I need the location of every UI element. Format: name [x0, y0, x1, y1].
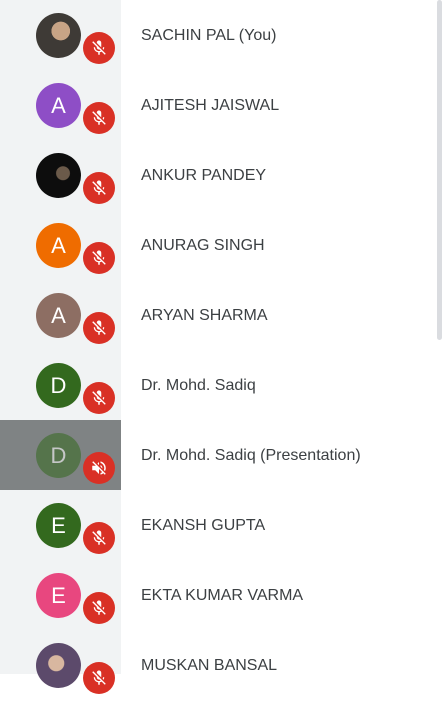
scrollbar[interactable]	[437, 0, 442, 340]
mic-off-icon[interactable]	[83, 522, 115, 554]
avatar-letter: D	[50, 442, 67, 468]
avatar-cell: E	[0, 560, 121, 630]
avatar-cell: A	[0, 210, 121, 280]
avatar-cell: E	[0, 490, 121, 560]
participant-row[interactable]: A ANURAG SINGH	[0, 210, 437, 280]
mic-off-icon[interactable]	[83, 382, 115, 414]
participant-name: Dr. Mohd. Sadiq	[141, 377, 256, 394]
mic-off-icon[interactable]	[83, 242, 115, 274]
avatar-cell: D	[0, 350, 121, 420]
avatar-cell: D	[0, 420, 121, 490]
participant-row[interactable]: D Dr. Mohd. Sadiq (Presentation)	[0, 420, 437, 490]
participant-name: SACHIN PAL (You)	[141, 27, 277, 44]
avatar-letter: A	[51, 92, 66, 118]
participant-row[interactable]: ANKUR PANDEY	[0, 140, 437, 210]
participant-row[interactable]: A ARYAN SHARMA	[0, 280, 437, 350]
mic-off-icon[interactable]	[83, 102, 115, 134]
avatar	[36, 13, 81, 58]
avatar: D	[36, 363, 81, 408]
participant-row[interactable]: E EKANSH GUPTA	[0, 490, 437, 560]
avatar-cell	[0, 140, 121, 210]
participant-list: SACHIN PAL (You) A AJITESH JAISWAL ANKUR PA…	[0, 0, 437, 700]
avatar-letter: A	[51, 302, 66, 328]
avatar: A	[36, 83, 81, 128]
avatar-cell	[0, 0, 121, 70]
participant-name: ARYAN SHARMA	[141, 307, 268, 324]
avatar-cell	[0, 630, 121, 700]
avatar: A	[36, 293, 81, 338]
avatar: E	[36, 503, 81, 548]
avatar: A	[36, 223, 81, 268]
participant-name: ANURAG SINGH	[141, 237, 265, 254]
avatar: D	[36, 433, 81, 478]
avatar-cell: A	[0, 280, 121, 350]
participant-name: EKTA KUMAR VARMA	[141, 587, 304, 604]
avatar	[36, 153, 81, 198]
participant-name: EKANSH GUPTA	[141, 517, 266, 534]
avatar-cell: A	[0, 70, 121, 140]
mic-off-icon[interactable]	[83, 32, 115, 64]
mic-off-icon[interactable]	[83, 312, 115, 344]
participant-row[interactable]: MUSKAN BANSAL	[0, 630, 437, 700]
participant-row[interactable]: D Dr. Mohd. Sadiq	[0, 350, 437, 420]
participant-name: MUSKAN BANSAL	[141, 657, 278, 674]
avatar	[36, 643, 81, 688]
avatar-letter: E	[51, 512, 66, 538]
mic-off-icon[interactable]	[83, 662, 115, 694]
avatar-letter: A	[51, 232, 66, 258]
participant-row[interactable]: E EKTA KUMAR VARMA	[0, 560, 437, 630]
avatar-letter: E	[51, 582, 66, 608]
mic-off-icon[interactable]	[83, 172, 115, 204]
participant-name: ANKUR PANDEY	[141, 167, 267, 184]
mic-off-icon[interactable]	[83, 592, 115, 624]
participant-name: AJITESH JAISWAL	[141, 97, 280, 114]
avatar-letter: D	[50, 372, 67, 398]
participant-name: Dr. Mohd. Sadiq (Presentation)	[141, 447, 361, 464]
participant-row[interactable]: A AJITESH JAISWAL	[0, 70, 437, 140]
avatar: E	[36, 573, 81, 618]
participant-row[interactable]: SACHIN PAL (You)	[0, 0, 437, 70]
volume-off-icon[interactable]	[83, 452, 115, 484]
